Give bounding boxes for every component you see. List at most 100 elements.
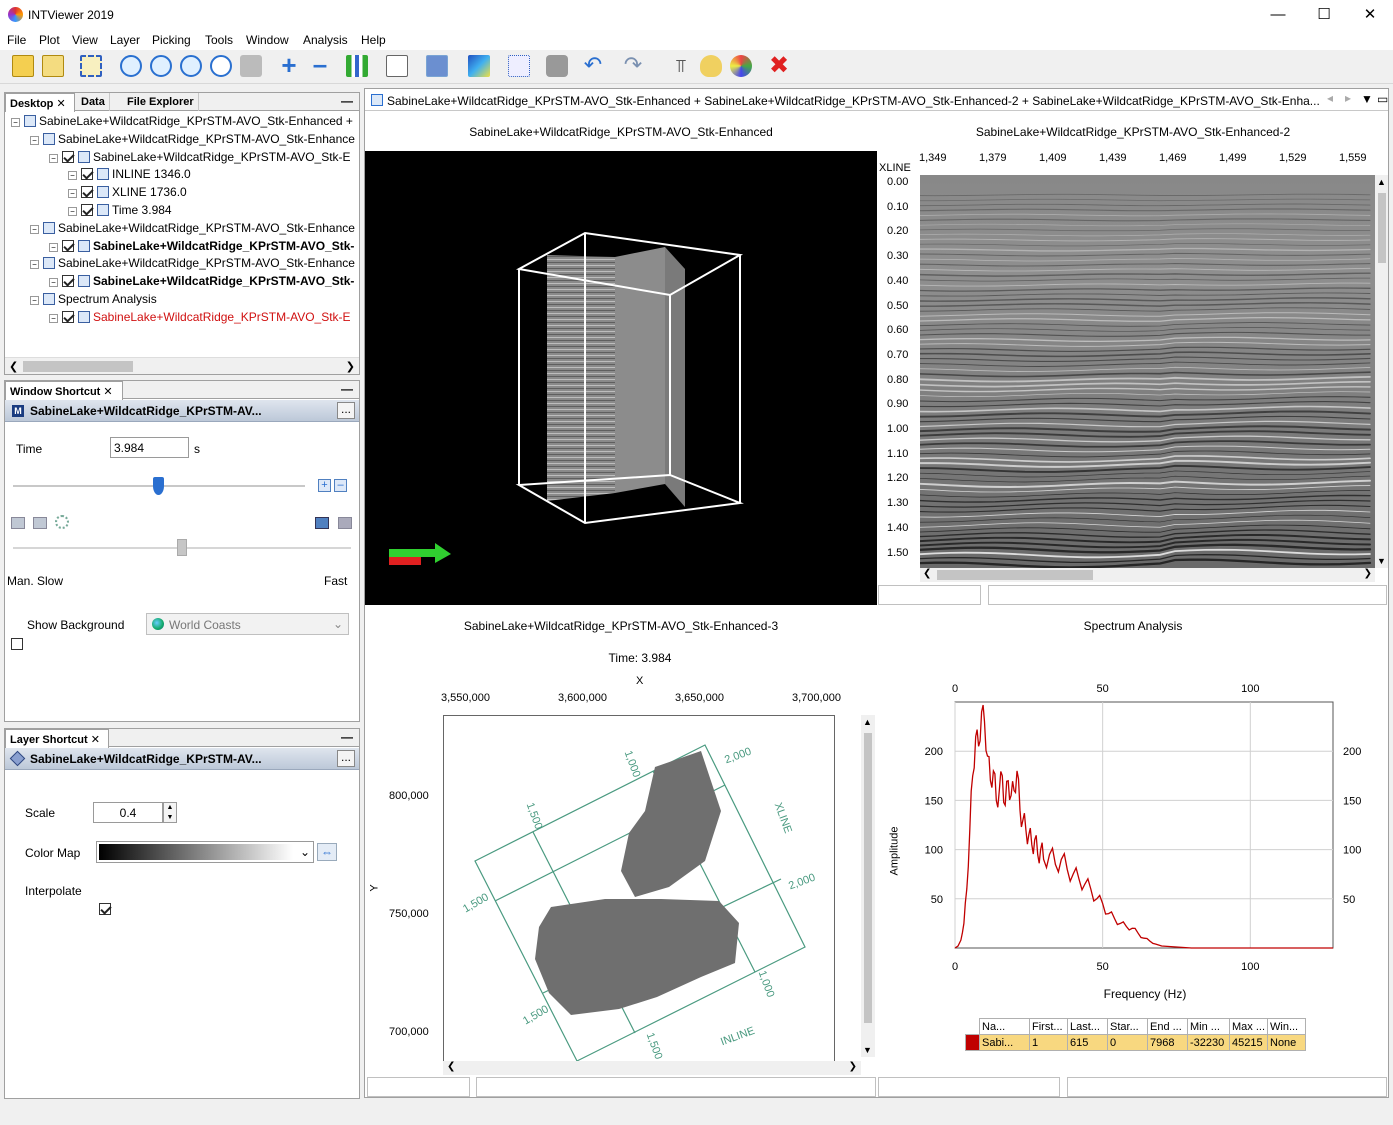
close-window-button[interactable]: ✕ <box>1347 0 1393 30</box>
tab-desktop[interactable]: Desktop ✕ <box>5 93 75 112</box>
tree-node[interactable]: − SabineLake+WildcatRidge_KPrSTM-AVO_Stk-… <box>11 114 353 132</box>
tab-list-icon[interactable]: ▼ <box>1361 92 1373 106</box>
expand-toggle-icon[interactable]: − <box>30 135 39 145</box>
menu-layer[interactable]: Layer <box>110 33 140 47</box>
tree-node[interactable]: − SabineLake+WildcatRidge_KPrSTM-AVO_Stk-… <box>49 310 351 328</box>
table-cell[interactable]: None <box>1267 1034 1306 1051</box>
tree-node[interactable]: − Spectrum Analysis <box>30 292 157 310</box>
expand-toggle-icon[interactable]: − <box>68 207 77 216</box>
minimize-panel-button[interactable]: — <box>341 382 353 396</box>
scatter-plot-icon[interactable] <box>508 55 530 77</box>
remove-icon[interactable]: – <box>309 51 331 77</box>
redo-icon[interactable]: ↷ <box>622 54 644 77</box>
zoom-in-icon[interactable] <box>120 55 142 77</box>
table-header-cell[interactable]: Max ... <box>1229 1018 1268 1035</box>
time-slider-thumb[interactable] <box>153 477 164 495</box>
tree-hscrollbar[interactable]: ❮ ❯ <box>5 357 359 374</box>
layer-options-button[interactable]: ... <box>337 750 355 767</box>
step-forward-button[interactable]: + <box>318 479 331 492</box>
section-hscrollbar[interactable]: ❮ ❯ <box>920 568 1375 582</box>
table-cell[interactable]: 45215 <box>1229 1034 1268 1051</box>
menu-picking[interactable]: Picking <box>152 33 191 47</box>
tree-node[interactable]: − SabineLake+WildcatRidge_KPrSTM-AVO_Stk-… <box>49 150 351 168</box>
menu-tools[interactable]: Tools <box>205 33 233 47</box>
table-header-cell[interactable]: End ... <box>1147 1018 1188 1035</box>
pause-icon[interactable] <box>33 517 47 529</box>
select-zoom-icon[interactable] <box>80 55 102 77</box>
table-header-cell[interactable]: Star... <box>1107 1018 1148 1035</box>
seismic-display-icon[interactable] <box>426 55 448 77</box>
scale-input[interactable] <box>93 802 163 823</box>
lightbulb-icon[interactable] <box>700 55 722 77</box>
tree-node[interactable]: − Time 3.984 <box>68 203 172 221</box>
expand-toggle-icon[interactable]: − <box>49 242 58 252</box>
tree-node[interactable]: − SabineLake+WildcatRidge_KPrSTM-AVO_Stk-… <box>30 132 355 150</box>
delete-icon[interactable]: ✖ <box>768 54 790 78</box>
document-tab[interactable]: SabineLake+WildcatRidge_KPrSTM-AVO_Stk-E… <box>365 89 1388 111</box>
play-backward-icon[interactable] <box>11 517 25 529</box>
expand-toggle-icon[interactable]: − <box>30 260 39 270</box>
map-display-icon[interactable] <box>468 55 490 77</box>
expand-toggle-icon[interactable]: − <box>49 313 58 323</box>
expand-toggle-icon[interactable]: − <box>68 189 77 199</box>
add-icon[interactable]: + <box>278 52 300 78</box>
table-cell[interactable]: 615 <box>1067 1034 1108 1051</box>
line-plot-icon[interactable] <box>386 55 408 77</box>
zoom-reset-icon[interactable] <box>210 55 232 77</box>
colormap-edit-button[interactable]: ⇔ <box>317 843 337 861</box>
expand-toggle-icon[interactable]: − <box>30 224 39 234</box>
expand-toggle-icon[interactable]: − <box>30 296 39 305</box>
colormap-select[interactable]: ⌄ <box>96 841 314 863</box>
map-hscrollbar[interactable]: ❮ ❯ <box>443 1061 861 1075</box>
visibility-checkbox[interactable] <box>81 186 93 199</box>
tab-layer-shortcut[interactable]: Layer Shortcut ✕ <box>5 729 109 748</box>
section-image[interactable] <box>920 175 1375 568</box>
expand-toggle-icon[interactable]: − <box>68 171 77 181</box>
expand-toggle-icon[interactable]: − <box>11 118 20 127</box>
background-select[interactable]: World Coasts ⌄ <box>146 613 349 635</box>
menu-plot[interactable]: Plot <box>39 33 60 47</box>
tree-node[interactable]: − XLINE 1736.0 <box>68 185 187 203</box>
visibility-checkbox[interactable] <box>62 310 74 323</box>
minimize-panel-button[interactable]: — <box>341 730 353 744</box>
zoom-disabled-icon[interactable] <box>240 55 262 77</box>
tab-scroll-right-icon[interactable]: ▸ <box>1345 91 1351 105</box>
tree-node[interactable]: − INLINE 1346.0 <box>68 167 191 185</box>
table-header-cell[interactable]: Na... <box>979 1018 1030 1035</box>
table-cell[interactable]: 1 <box>1029 1034 1068 1051</box>
table-cell[interactable]: 0 <box>1107 1034 1148 1051</box>
menu-window[interactable]: Window <box>246 33 289 47</box>
camera-icon[interactable] <box>546 55 568 77</box>
menu-file[interactable]: File <box>7 33 26 47</box>
expand-toggle-icon[interactable]: − <box>49 153 58 163</box>
table-header-cell[interactable]: Min ... <box>1187 1018 1230 1035</box>
section-vscrollbar[interactable]: ▲ ▼ <box>1375 175 1388 568</box>
menu-help[interactable]: Help <box>361 33 386 47</box>
zoom-out-icon[interactable] <box>150 55 172 77</box>
menu-view[interactable]: View <box>72 33 98 47</box>
window-options-button[interactable]: ... <box>337 402 355 419</box>
open-session-icon[interactable] <box>42 55 64 77</box>
spectrum-chart[interactable]: 0 0 50 50 100 100 50 50 100 100 150 150 200 200 <box>877 674 1389 974</box>
visibility-checkbox[interactable] <box>62 275 74 288</box>
visibility-checkbox[interactable] <box>81 204 93 216</box>
interpolate-checkbox[interactable] <box>99 903 111 915</box>
open-folder-icon[interactable] <box>12 55 34 77</box>
step-back-button[interactable]: – <box>334 479 347 492</box>
tab-file-explorer[interactable]: File Explorer <box>123 93 199 111</box>
undo-icon[interactable]: ↶ <box>582 54 604 77</box>
tree-node[interactable]: − SabineLake+WildcatRidge_KPrSTM-AVO_Stk-… <box>30 221 355 239</box>
loop-icon[interactable] <box>55 515 69 529</box>
plot-3d-view[interactable] <box>365 151 877 605</box>
horizontal-mode-icon[interactable] <box>315 517 329 529</box>
menu-analysis[interactable]: Analysis <box>303 33 348 47</box>
show-background-checkbox[interactable] <box>11 638 23 650</box>
scale-stepper[interactable]: ▲ ▼ <box>163 802 177 823</box>
map-vscrollbar[interactable]: ▲ ▼ <box>861 715 875 1057</box>
speed-slider-thumb[interactable] <box>177 539 187 556</box>
visibility-checkbox[interactable] <box>81 168 93 181</box>
tab-window-shortcut[interactable]: Window Shortcut ✕ <box>5 381 123 400</box>
tab-data[interactable]: Data <box>77 93 110 111</box>
table-header-cell[interactable]: Last... <box>1067 1018 1108 1035</box>
table-header-cell[interactable]: First... <box>1029 1018 1068 1035</box>
